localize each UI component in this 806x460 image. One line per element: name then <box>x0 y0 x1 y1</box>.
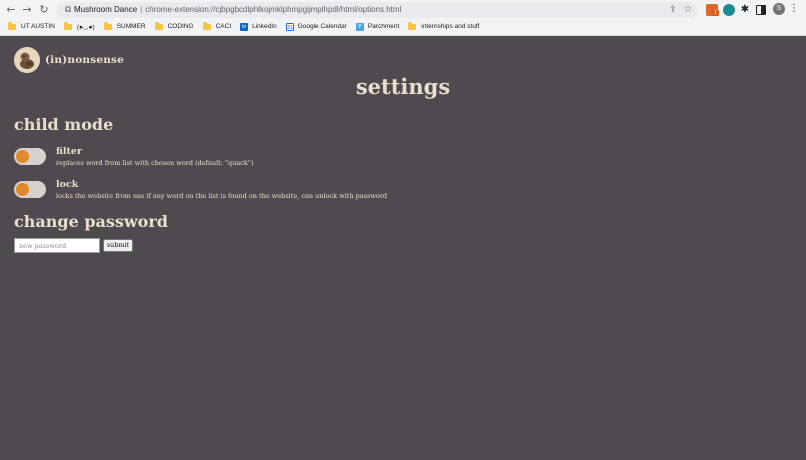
extension-puzzle-icon: ⧉ <box>64 5 72 15</box>
bookmark-summer[interactable]: SUMMER <box>103 22 146 30</box>
address-url: chrome-extension://cjbpgbcdlphlkojmklphm… <box>145 5 402 14</box>
filter-toggle[interactable] <box>14 148 46 165</box>
address-separator: | <box>140 5 143 14</box>
bookmark-label: CACI <box>215 23 232 30</box>
reload-icon[interactable]: ↻ <box>37 3 51 17</box>
lock-description: locks the website from use if any word o… <box>56 192 388 200</box>
bookmark-parchment[interactable]: P Parchment <box>355 22 400 31</box>
bookmark-label: SUMMER <box>116 23 146 30</box>
bookmark-google-calendar[interactable]: 31 Google Calendar <box>285 22 347 31</box>
bookmark-label: internships and stuff <box>421 23 480 30</box>
duck-logo-icon <box>14 47 40 73</box>
extension-badge: 1 <box>712 10 719 16</box>
toggle-knob <box>16 150 29 163</box>
bookmark-internships[interactable]: internships and stuff <box>408 22 480 30</box>
folder-icon <box>408 22 417 30</box>
change-password-heading: change password <box>14 212 168 231</box>
bookmark-label: LinkedIn <box>252 23 277 30</box>
bookmark-label: UT AUSTIN <box>21 23 55 30</box>
bookmark-label: Google Calendar <box>297 23 347 30</box>
profile-avatar[interactable]: S <box>773 3 785 15</box>
submit-button[interactable]: submit <box>103 239 133 252</box>
menu-kebab-icon[interactable]: ⋮ <box>789 3 799 15</box>
address-text: Mushroom Dance | chrome-extension://cjbpgb… <box>74 4 401 16</box>
bookmarks-bar: UT AUSTIN (●◡●) SUMMER CODING CACI in Lin… <box>8 20 488 33</box>
folder-icon <box>8 22 16 30</box>
bookmark-star-icon[interactable]: ☆ <box>682 4 694 16</box>
extension-teal-icon[interactable] <box>723 4 735 16</box>
share-icon[interactable]: ⇪ <box>667 4 679 16</box>
lock-label: lock <box>56 179 79 190</box>
filter-description: replaces word from list with chosen word… <box>56 159 254 167</box>
linkedin-icon: in <box>240 22 249 31</box>
bookmark-label: (●◡●) <box>76 23 95 31</box>
filter-label: filter <box>56 146 82 157</box>
address-bar[interactable]: ⧉ Mushroom Dance | chrome-extension://cjbp… <box>56 2 698 18</box>
forward-arrow-icon[interactable]: → <box>20 3 34 17</box>
lock-toggle[interactable] <box>14 181 46 198</box>
new-password-input[interactable] <box>14 238 100 253</box>
back-arrow-icon[interactable]: ← <box>4 3 18 17</box>
child-mode-heading: child mode <box>14 115 114 134</box>
bookmark-smiley[interactable]: (●◡●) <box>63 22 95 31</box>
parchment-icon: P <box>355 22 364 31</box>
bookmark-ut-austin[interactable]: UT AUSTIN <box>8 22 55 30</box>
folder-icon <box>154 22 163 30</box>
bookmark-coding[interactable]: CODING <box>154 22 194 30</box>
bookmark-linkedin[interactable]: in LinkedIn <box>240 22 277 31</box>
page-title: settings <box>355 74 451 99</box>
side-panel-icon[interactable] <box>756 5 766 15</box>
brand-name: (in)nonsense <box>45 54 125 66</box>
page-tab-title: Mushroom Dance <box>74 5 138 14</box>
bookmark-label: Parchment <box>367 23 400 30</box>
extensions-puzzle-icon[interactable]: ✱ <box>739 4 751 16</box>
browser-toolbar: ← → ↻ ⧉ Mushroom Dance | chrome-extension:… <box>0 0 806 36</box>
bookmark-caci[interactable]: CACI <box>202 22 232 30</box>
folder-icon <box>63 22 72 30</box>
folder-icon <box>103 22 112 30</box>
folder-icon <box>202 22 211 30</box>
toggle-knob <box>16 183 29 196</box>
bookmark-label: CODING <box>167 23 194 30</box>
calendar-icon: 31 <box>285 22 294 31</box>
